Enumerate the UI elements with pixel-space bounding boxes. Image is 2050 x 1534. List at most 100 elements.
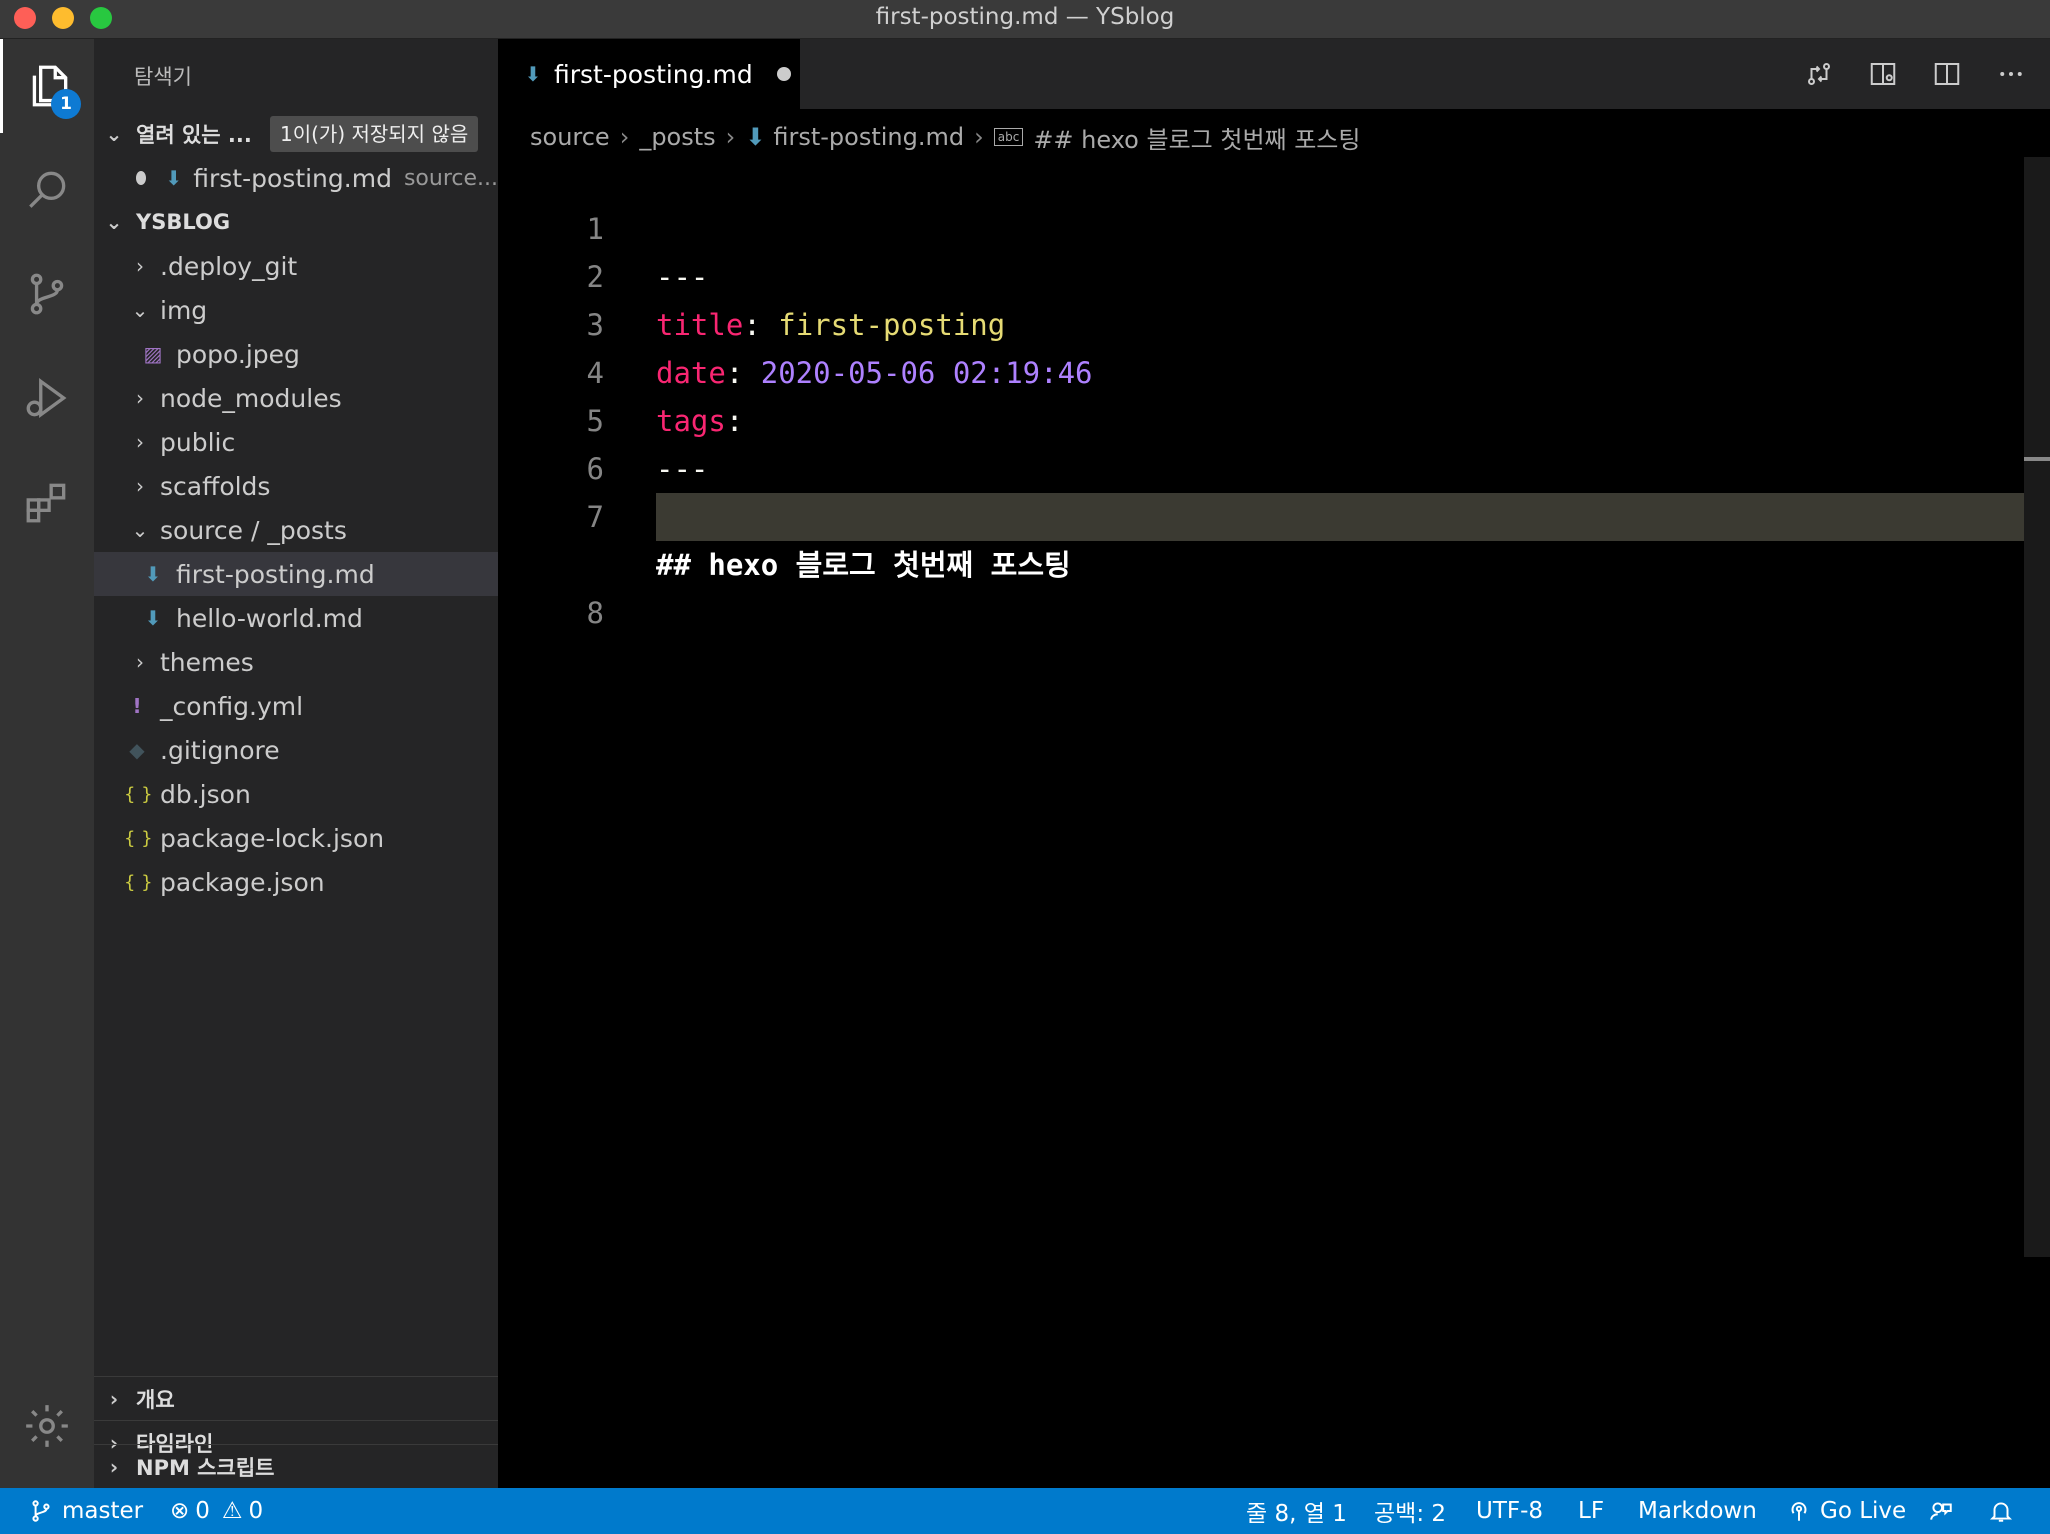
scrollbar-marker	[2024, 457, 2050, 461]
tab-bar: ⬇ first-posting.md	[498, 39, 2050, 109]
tab-first-posting[interactable]: ⬇ first-posting.md	[498, 39, 800, 109]
tree-file-first-posting[interactable]: ⬇ first-posting.md	[94, 552, 498, 596]
tree-folder-themes[interactable]: › themes	[94, 640, 498, 684]
tree-item-label: node_modules	[160, 383, 342, 413]
indentation-status[interactable]: 공백: 2	[1374, 1488, 1446, 1534]
chevron-right-icon: ›	[109, 1455, 119, 1479]
tree-file-package-json[interactable]: { } package.json	[94, 860, 498, 904]
warning-count: 0	[248, 1498, 264, 1524]
breadcrumb-item[interactable]: _posts	[639, 123, 715, 151]
editor-actions	[1804, 39, 2026, 109]
source-control-button[interactable]	[0, 247, 94, 341]
compare-changes-icon[interactable]	[1804, 59, 1834, 89]
tree-file-hello-world[interactable]: ⬇ hello-world.md	[94, 596, 498, 640]
code-line: 7 ## hexo 블로그 첫번째 포스팅	[498, 445, 2018, 582]
current-code-line: 8	[498, 493, 2050, 630]
editor-scrollbar[interactable]	[2024, 157, 2050, 1257]
language-mode[interactable]: Markdown	[1638, 1488, 1757, 1534]
tree-file-popo-jpeg[interactable]: ▨ popo.jpeg	[94, 332, 498, 376]
tree-file-gitignore[interactable]: ◆ .gitignore	[94, 728, 498, 772]
open-preview-icon[interactable]	[1868, 59, 1898, 89]
breadcrumb-item[interactable]: ## hexo 블로그 첫번째 포스팅	[1033, 120, 1360, 155]
eol-status[interactable]: LF	[1578, 1488, 1604, 1534]
line-content: ## hexo 블로그 첫번째 포스팅	[656, 548, 1071, 582]
project-section[interactable]: ⌄ YSBLOG	[94, 200, 498, 244]
tree-folder-img[interactable]: ⌄ img	[94, 288, 498, 332]
outline-panel[interactable]: › 개요	[94, 1376, 498, 1421]
chevron-right-icon: ›	[109, 1387, 119, 1411]
json-file-icon: { }	[124, 827, 153, 849]
go-live-label: Go Live	[1820, 1498, 1907, 1524]
open-editors-section[interactable]: ⌄ 열려 있는 ... 1이(가) 저장되지 않음	[94, 112, 498, 156]
tree-item-label: scaffolds	[160, 471, 271, 501]
markdown-file-icon: ⬇	[165, 166, 183, 190]
code-line: 6	[498, 397, 2018, 486]
tree-folder-node-modules[interactable]: › node_modules	[94, 376, 498, 420]
explorer-button[interactable]: 1	[0, 39, 94, 133]
current-line-highlight	[656, 493, 2050, 541]
tab-label: first-posting.md	[554, 59, 753, 89]
cursor-position[interactable]: 줄 8, 열 1	[1246, 1488, 1347, 1534]
feedback-button[interactable]	[1928, 1488, 1962, 1534]
open-editor-item[interactable]: ⬇ first-posting.md source...	[94, 156, 498, 200]
run-debug-button[interactable]	[0, 351, 94, 445]
feedback-icon	[1930, 1502, 1952, 1520]
markdown-file-icon: ⬇	[144, 606, 162, 630]
tree-folder-scaffolds[interactable]: › scaffolds	[94, 464, 498, 508]
open-editors-label: 열려 있는 ...	[136, 123, 252, 147]
tree-file-db-json[interactable]: { } db.json	[94, 772, 498, 816]
code-editor[interactable]: 1 --- 2 title: first-posting 3 date: 202…	[498, 157, 2050, 630]
open-editor-path: source...	[403, 165, 498, 191]
search-icon	[29, 171, 66, 208]
more-actions-icon[interactable]	[1996, 59, 2026, 89]
go-live-button[interactable]: Go Live	[1786, 1488, 1906, 1534]
manage-button[interactable]	[0, 1379, 94, 1473]
tree-item-label: source / _posts	[160, 515, 347, 545]
project-label: YSBLOG	[136, 210, 231, 234]
tree-item-label: first-posting.md	[176, 559, 375, 589]
chevron-right-icon: ›	[136, 430, 144, 454]
chevron-right-icon: ›	[974, 123, 984, 151]
run-debug-icon	[26, 378, 67, 418]
window-title: first-posting.md — YSblog	[875, 4, 1175, 30]
chevron-down-icon: ⌄	[131, 518, 149, 542]
git-branch-icon	[32, 1500, 50, 1522]
unsaved-badge: 1이(가) 저장되지 않음	[270, 116, 479, 152]
tree-item-label: hello-world.md	[176, 603, 363, 633]
bell-icon	[1989, 1502, 2013, 1522]
panel-label: NPM 스크립트	[136, 1456, 275, 1480]
chevron-right-icon: ›	[619, 123, 630, 151]
panel-label: 개요	[136, 1388, 175, 1412]
tree-item-label: img	[160, 295, 208, 325]
search-button[interactable]	[0, 143, 94, 237]
line-number: 8	[586, 596, 604, 630]
branch-status[interactable]: master	[28, 1488, 143, 1534]
markdown-file-icon: ⬇	[524, 62, 542, 86]
tree-folder-deploy-git[interactable]: › .deploy_git	[94, 244, 498, 288]
tree-item-label: _config.yml	[160, 691, 304, 721]
extensions-button[interactable]	[0, 455, 94, 549]
chevron-right-icon: ›	[136, 650, 144, 674]
json-file-icon: { }	[124, 871, 153, 893]
problems-status[interactable]: ⊗ 0 ⚠ 0	[170, 1488, 263, 1534]
extensions-icon	[26, 483, 66, 523]
breadcrumb-item[interactable]: first-posting.md	[773, 123, 964, 151]
encoding-status[interactable]: UTF-8	[1476, 1488, 1543, 1534]
code-line: 4 tags:	[498, 301, 2018, 438]
tree-folder-source-posts[interactable]: ⌄ source / _posts	[94, 508, 498, 552]
yaml-file-icon: !	[132, 694, 142, 718]
split-editor-icon[interactable]	[1932, 59, 1962, 89]
chevron-down-icon: ⌄	[131, 298, 149, 322]
npm-scripts-panel[interactable]: › NPM 스크립트	[94, 1444, 498, 1489]
notifications-button[interactable]	[1988, 1488, 2022, 1534]
code-line: 2 title: first-posting	[498, 205, 2018, 342]
markdown-file-icon: ⬇	[144, 562, 162, 586]
tree-folder-public[interactable]: › public	[94, 420, 498, 464]
status-bar: master ⊗ 0 ⚠ 0 줄 8, 열 1 공백: 2 UTF-8 LF M…	[0, 1488, 2050, 1534]
tree-item-label: .deploy_git	[160, 251, 298, 281]
tree-file-package-lock-json[interactable]: { } package-lock.json	[94, 816, 498, 860]
chevron-down-icon: ⌄	[105, 122, 123, 146]
tree-file-config-yml[interactable]: ! _config.yml	[94, 684, 498, 728]
breadcrumb-item[interactable]: source	[530, 123, 610, 151]
unsaved-dot-icon	[136, 171, 147, 185]
